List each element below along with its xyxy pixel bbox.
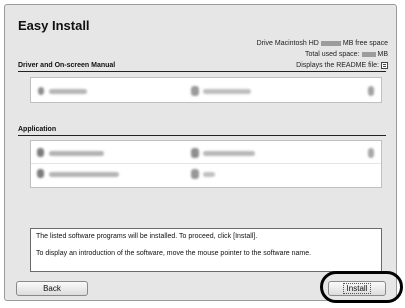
readme-label: Displays the README file: — [296, 62, 379, 69]
list-item[interactable] — [31, 164, 381, 184]
window-title: Easy Install — [18, 18, 90, 33]
software-icon — [191, 86, 199, 96]
info-icon — [368, 86, 374, 96]
redacted-value — [320, 41, 341, 46]
used-space-line: Total used space: MB — [305, 51, 388, 58]
description-line-2: To display an introduction of the softwa… — [36, 250, 312, 257]
free-space-suffix: MB free space — [342, 40, 388, 47]
info-icon — [368, 148, 374, 158]
checkbox-icon[interactable] — [38, 87, 44, 95]
install-highlight-ring — [320, 271, 403, 303]
used-space-suffix: MB — [377, 51, 389, 58]
software-icon — [191, 148, 199, 158]
list-item[interactable] — [31, 143, 381, 164]
readme-line: Displays the README file: — [296, 62, 388, 69]
used-space-label: Total used space: — [305, 51, 360, 58]
description-panel: The listed software programs will be ins… — [30, 228, 382, 272]
readme-file-icon[interactable] — [381, 62, 388, 69]
software-size — [203, 151, 255, 156]
software-name — [49, 89, 87, 94]
checkbox-icon[interactable] — [37, 148, 44, 157]
software-size — [203, 172, 215, 177]
list-item[interactable] — [31, 80, 381, 100]
application-section-label: Application — [18, 126, 57, 133]
application-section-divider — [18, 135, 386, 136]
back-button[interactable]: Back — [16, 281, 88, 296]
software-name — [49, 172, 119, 177]
description-line-1: The listed software programs will be ins… — [36, 233, 258, 240]
redacted-value — [361, 52, 376, 57]
drive-label: Drive Macintosh HD — [256, 40, 319, 47]
driver-software-list — [30, 77, 382, 103]
checkbox-icon[interactable] — [37, 169, 44, 178]
software-name — [49, 151, 104, 156]
software-size — [203, 89, 251, 94]
software-icon — [191, 169, 199, 179]
driver-section-label: Driver and On-screen Manual — [18, 62, 116, 69]
driver-section-divider — [18, 71, 386, 72]
free-space-line: Drive Macintosh HD MB free space — [257, 40, 388, 47]
application-software-list — [30, 140, 382, 188]
